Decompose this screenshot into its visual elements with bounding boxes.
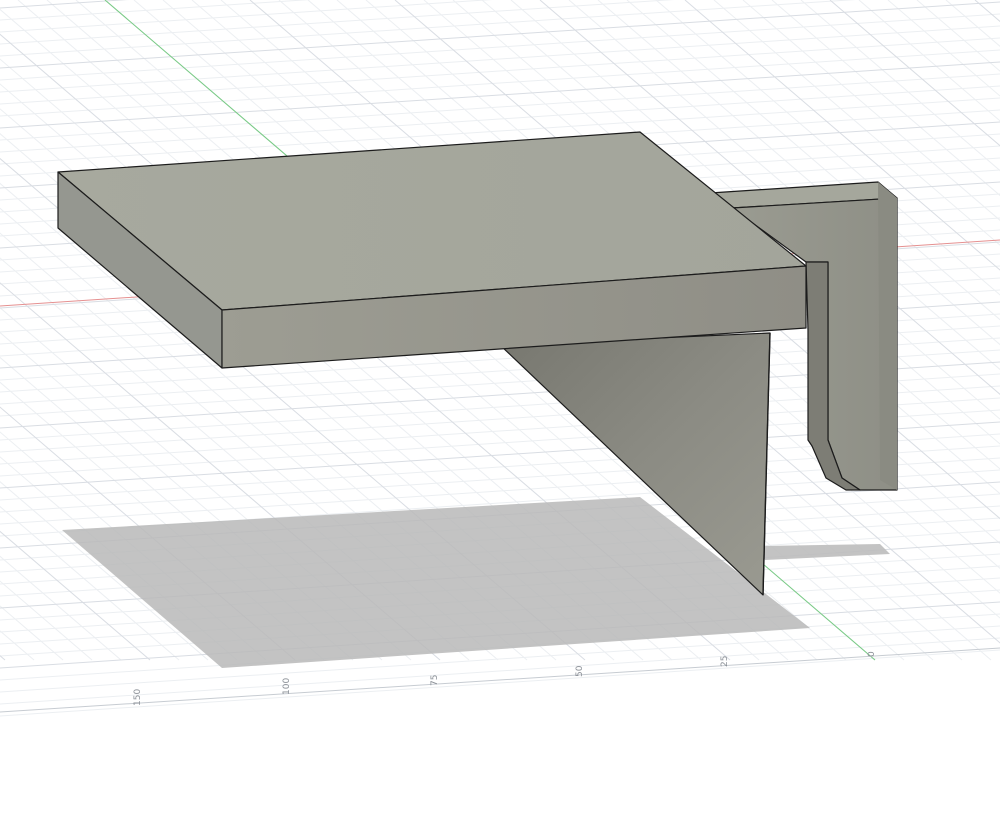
ruler-tick-label: 150 bbox=[133, 689, 143, 706]
grid-line bbox=[0, 0, 129, 9]
viewport-canvas[interactable]: 150 100 75 50 25 0 bbox=[0, 0, 1000, 809]
grid-line bbox=[0, 73, 1000, 141]
hook-side-face[interactable] bbox=[878, 182, 897, 490]
ruler-tick-label: 75 bbox=[430, 675, 440, 686]
ruler-tick-label: 25 bbox=[720, 656, 730, 667]
grid-line bbox=[0, 61, 1000, 129]
ruler-tick-label: 50 bbox=[575, 665, 585, 677]
ruler-tick-label: 100 bbox=[282, 678, 292, 695]
3d-viewport[interactable]: 150 100 75 50 25 0 bbox=[0, 0, 1000, 809]
ruler-tick-label: 0 bbox=[867, 651, 877, 657]
grid-line bbox=[0, 13, 1000, 81]
grid-line bbox=[0, 25, 1000, 93]
grid-line bbox=[0, 49, 1000, 117]
grid-line bbox=[0, 37, 1000, 105]
grid-line bbox=[0, 655, 6, 661]
grid-line bbox=[0, 1, 1000, 69]
hook-shadow bbox=[760, 544, 890, 560]
